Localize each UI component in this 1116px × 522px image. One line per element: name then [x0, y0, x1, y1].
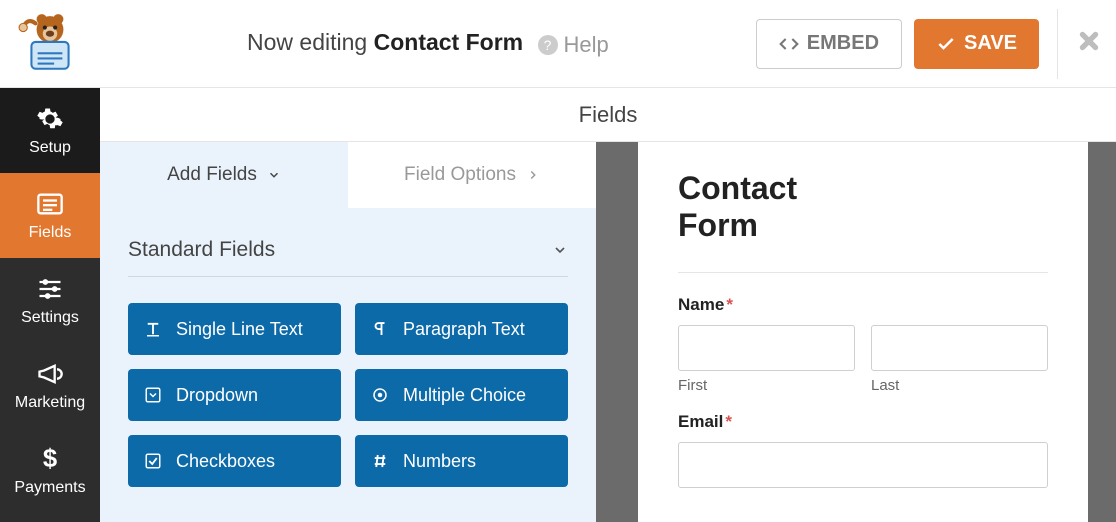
- list-icon: [36, 190, 64, 218]
- tab-label: Add Fields: [167, 164, 257, 186]
- nav-label: Settings: [21, 309, 79, 327]
- chevron-right-icon: [526, 168, 540, 182]
- topbar: Now editing Contact Form ? Help EMBED SA…: [0, 0, 1116, 88]
- form-preview: Contact Form Name* First Last: [638, 142, 1088, 522]
- text-icon: [144, 320, 162, 338]
- first-name-input[interactable]: [678, 325, 855, 371]
- svg-text:$: $: [43, 445, 57, 473]
- nav-settings[interactable]: Settings: [0, 258, 100, 343]
- section-standard-fields[interactable]: Standard Fields: [128, 218, 568, 277]
- tab-field-options[interactable]: Field Options: [348, 142, 596, 208]
- field-label: Multiple Choice: [403, 385, 526, 406]
- field-label: Dropdown: [176, 385, 258, 406]
- tab-label: Field Options: [404, 164, 516, 186]
- help-icon: ?: [538, 35, 558, 55]
- paragraph-icon: [371, 320, 389, 338]
- field-dropdown[interactable]: Dropdown: [128, 369, 341, 421]
- chevron-down-icon: [267, 168, 281, 182]
- close-icon: [1076, 28, 1102, 54]
- field-single-line-text[interactable]: Single Line Text: [128, 303, 341, 355]
- tab-add-fields[interactable]: Add Fields: [100, 142, 348, 208]
- nav-setup[interactable]: Setup: [0, 88, 100, 173]
- panel-tabs: Add Fields Field Options: [100, 142, 596, 208]
- field-label: Paragraph Text: [403, 319, 525, 340]
- first-sublabel: First: [678, 377, 855, 394]
- embed-button[interactable]: EMBED: [756, 19, 902, 69]
- embed-label: EMBED: [807, 32, 879, 55]
- columns: Add Fields Field Options Standard Fields: [100, 142, 1116, 522]
- nav-label: Marketing: [15, 394, 85, 412]
- code-icon: [779, 34, 799, 54]
- leftnav: Setup Fields Settings Marketing $ Paymen…: [0, 88, 100, 522]
- chevron-down-icon: [552, 242, 568, 258]
- preview-divider: [678, 272, 1048, 273]
- right-gap: [1088, 142, 1116, 522]
- gear-icon: [36, 105, 64, 133]
- workarea: Fields Add Fields Field Options Stan: [100, 88, 1116, 522]
- main: Setup Fields Settings Marketing $ Paymen…: [0, 88, 1116, 522]
- form-name: Contact Form: [374, 29, 524, 55]
- hash-icon: [371, 452, 389, 470]
- checkbox-icon: [144, 452, 162, 470]
- nav-label: Setup: [29, 139, 71, 157]
- panel-body: Standard Fields Single Line Text Paragra…: [100, 208, 596, 487]
- email-field-label: Email*: [678, 412, 1048, 432]
- panel-gap: [596, 142, 638, 522]
- dropdown-icon: [144, 386, 162, 404]
- label-text: Name: [678, 295, 724, 314]
- save-label: SAVE: [964, 32, 1017, 55]
- field-paragraph-text[interactable]: Paragraph Text: [355, 303, 568, 355]
- field-label: Checkboxes: [176, 451, 275, 472]
- field-numbers[interactable]: Numbers: [355, 435, 568, 487]
- field-label: Single Line Text: [176, 319, 303, 340]
- field-checkboxes[interactable]: Checkboxes: [128, 435, 341, 487]
- nav-fields[interactable]: Fields: [0, 173, 100, 258]
- label-text: Email: [678, 412, 723, 431]
- megaphone-icon: [36, 360, 64, 388]
- dollar-icon: $: [36, 445, 64, 473]
- help-link[interactable]: ? Help: [538, 32, 609, 58]
- preview-title: Contact Form: [678, 170, 878, 244]
- name-field-label: Name*: [678, 295, 1048, 315]
- topbar-divider: [1057, 9, 1058, 79]
- required-asterisk: *: [726, 295, 733, 314]
- nav-marketing[interactable]: Marketing: [0, 343, 100, 428]
- email-input[interactable]: [678, 442, 1048, 488]
- editing-label: Now editing: [247, 29, 367, 55]
- radio-icon: [371, 386, 389, 404]
- field-grid: Single Line Text Paragraph Text Dropdown: [128, 277, 568, 487]
- field-multiple-choice[interactable]: Multiple Choice: [355, 369, 568, 421]
- nav-payments[interactable]: $ Payments: [0, 428, 100, 513]
- close-button[interactable]: [1076, 24, 1102, 63]
- nav-label: Payments: [14, 479, 85, 497]
- email-block: Email*: [678, 412, 1048, 488]
- sliders-icon: [36, 275, 64, 303]
- help-label: Help: [564, 32, 609, 58]
- save-button[interactable]: SAVE: [914, 19, 1039, 69]
- check-icon: [936, 34, 956, 54]
- editing-status: Now editing Contact Form ? Help: [100, 29, 756, 58]
- required-asterisk: *: [725, 412, 732, 431]
- section-title: Standard Fields: [128, 238, 275, 262]
- app-logo: [0, 0, 100, 87]
- last-name-input[interactable]: [871, 325, 1048, 371]
- strip-title: Fields: [100, 88, 1116, 142]
- name-row: First Last: [678, 325, 1048, 394]
- last-sublabel: Last: [871, 377, 1048, 394]
- fields-panel: Add Fields Field Options Standard Fields: [100, 142, 596, 522]
- nav-label: Fields: [29, 224, 72, 242]
- field-label: Numbers: [403, 451, 476, 472]
